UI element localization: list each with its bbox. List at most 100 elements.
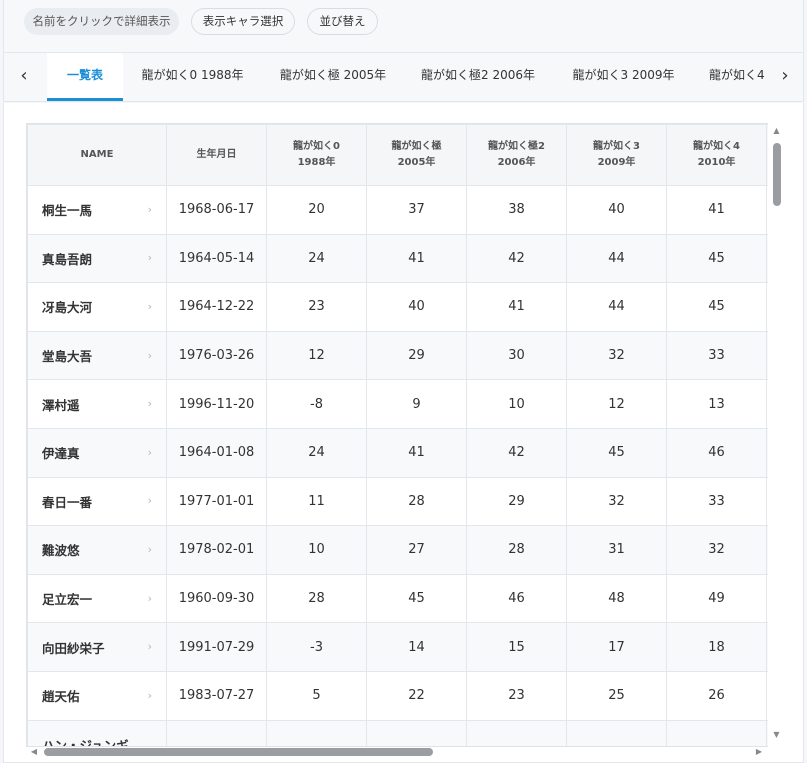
table-card: NAME 生年月日 龍が如く0 1988年 龍が如く極 2005年 龍が如く極2 20… bbox=[3, 103, 804, 763]
tab-yakuza-kiwami2[interactable]: 龍が如く極2 2006年 bbox=[404, 53, 552, 101]
app-root: 名前をクリックで詳細表示 表示キャラ選択 並び替え ‹ 一覧表 龍が如く0 19… bbox=[0, 0, 807, 763]
age-cell: 23 bbox=[266, 282, 367, 332]
age-cell: 9 bbox=[366, 379, 467, 429]
birthdate-cell: 1977-01-01 bbox=[166, 476, 267, 527]
vertical-scroll-thumb[interactable] bbox=[773, 143, 781, 206]
chevron-right-icon: › bbox=[147, 299, 152, 313]
tab-yakuza3[interactable]: 龍が如く3 2009年 bbox=[552, 53, 695, 101]
age-cell: 44 bbox=[566, 233, 667, 284]
age-cell: -8 bbox=[266, 379, 367, 429]
table-row: 向田紗栄子 › 1991-07-29 -3 14 15 17 18 bbox=[27, 622, 768, 672]
age-cell: 27 bbox=[366, 525, 467, 575]
chevron-right-icon: › bbox=[147, 445, 152, 459]
character-name: 難波悠 bbox=[42, 543, 80, 559]
tab-next-icon[interactable]: › bbox=[765, 53, 803, 101]
birthdate-cell: 1978-02-01 bbox=[166, 525, 267, 575]
overflow-cell bbox=[766, 719, 768, 746]
age-cell: 45 bbox=[666, 282, 767, 332]
tab-bar: ‹ 一覧表 龍が如く0 1988年 龍が如く極 2005年 龍が如く極2 200… bbox=[3, 53, 804, 102]
table-viewport[interactable]: NAME 生年月日 龍が如く0 1988年 龍が如く極 2005年 龍が如く極2 20… bbox=[26, 123, 768, 747]
age-cell: 29 bbox=[366, 330, 467, 381]
header-yakuza4: 龍が如く4 2010年 bbox=[666, 124, 767, 186]
character-name: 堂島大吾 bbox=[42, 349, 93, 365]
overflow-cell bbox=[766, 573, 768, 624]
character-name-cell[interactable]: 趙天佑 › bbox=[27, 670, 167, 721]
age-cell: 22 bbox=[366, 670, 467, 721]
header-yakuza-kiwami: 龍が如く極 2005年 bbox=[366, 124, 467, 186]
age-cell: 12 bbox=[566, 379, 667, 429]
chevron-right-icon: › bbox=[147, 202, 152, 216]
tab-overview[interactable]: 一覧表 bbox=[47, 53, 123, 101]
character-name: 澤村遥 bbox=[42, 397, 80, 413]
birthdate-cell: 1964-05-14 bbox=[166, 233, 267, 284]
header-year: 2010年 bbox=[697, 157, 736, 168]
age-cell: 31 bbox=[566, 525, 667, 575]
character-name-cell[interactable]: 堂島大吾 › bbox=[27, 330, 167, 381]
scroll-up-icon[interactable]: ▲ bbox=[770, 125, 783, 137]
character-name-cell[interactable]: 向田紗栄子 › bbox=[27, 622, 167, 672]
birthdate-cell: 1960-09-30 bbox=[166, 573, 267, 624]
select-characters-button[interactable]: 表示キャラ選択 bbox=[191, 8, 295, 35]
age-cell: 44 bbox=[566, 282, 667, 332]
scroll-down-icon[interactable]: ▼ bbox=[770, 729, 783, 741]
age-cell: 38 bbox=[466, 185, 567, 235]
chevron-right-icon: › bbox=[147, 591, 152, 605]
character-name-cell[interactable]: 澤村遥 › bbox=[27, 379, 167, 429]
age-cell: 48 bbox=[566, 573, 667, 624]
scroll-left-icon[interactable]: ◀ bbox=[28, 746, 40, 758]
character-name-cell[interactable]: 伊達真 › bbox=[27, 427, 167, 478]
character-name: 春日一番 bbox=[42, 494, 93, 510]
table-row: 趙天佑 › 1983-07-27 5 22 23 25 26 bbox=[27, 670, 768, 721]
character-name-cell[interactable]: 足立宏一 › bbox=[27, 573, 167, 624]
tab-yakuza4[interactable]: 龍が如く4 bbox=[695, 53, 765, 101]
header-extra bbox=[766, 124, 768, 186]
age-cell: 41 bbox=[366, 427, 467, 478]
table-row: ハン・ジュンギ bbox=[27, 719, 768, 746]
character-name-cell[interactable]: 難波悠 › bbox=[27, 525, 167, 575]
character-name: 趙天佑 bbox=[42, 689, 80, 705]
age-cell: 29 bbox=[466, 476, 567, 527]
character-name-cell[interactable]: 春日一番 › bbox=[27, 476, 167, 527]
age-cell: 15 bbox=[466, 622, 567, 672]
horizontal-scrollbar[interactable]: ◀ ▶ bbox=[26, 745, 768, 759]
header-year: 2005年 bbox=[397, 157, 436, 168]
character-name-cell[interactable]: 桐生一馬 › bbox=[27, 185, 167, 235]
birthdate-cell: 1964-12-22 bbox=[166, 282, 267, 332]
age-cell: 12 bbox=[266, 330, 367, 381]
table-row: 冴島大河 › 1964-12-22 23 40 41 44 45 bbox=[27, 282, 768, 332]
chevron-right-icon: › bbox=[147, 542, 152, 556]
vertical-scrollbar[interactable]: ▲ ▼ bbox=[770, 123, 783, 743]
tab-prev-icon[interactable]: ‹ bbox=[4, 53, 44, 101]
age-cell bbox=[466, 719, 567, 746]
age-cell: 23 bbox=[466, 670, 567, 721]
character-name-cell[interactable]: 冴島大河 › bbox=[27, 282, 167, 332]
age-cell: 17 bbox=[566, 622, 667, 672]
birthdate-cell: 1968-06-17 bbox=[166, 185, 267, 235]
age-table: NAME 生年月日 龍が如く0 1988年 龍が如く極 2005年 龍が如く極2 20… bbox=[27, 124, 768, 746]
chevron-right-icon: › bbox=[147, 640, 152, 654]
info-hint: 名前をクリックで詳細表示 bbox=[24, 8, 179, 35]
tab-yakuza-kiwami[interactable]: 龍が如く極 2005年 bbox=[262, 53, 404, 101]
age-cell: 42 bbox=[466, 427, 567, 478]
birthdate-cell bbox=[166, 719, 267, 746]
header-yakuza0: 龍が如く0 1988年 bbox=[266, 124, 367, 186]
tab-yakuza0[interactable]: 龍が如く0 1988年 bbox=[123, 53, 262, 101]
character-name: 真島吾朗 bbox=[42, 251, 93, 267]
birthdate-cell: 1991-07-29 bbox=[166, 622, 267, 672]
table-row: 桐生一馬 › 1968-06-17 20 37 38 40 41 bbox=[27, 185, 768, 235]
age-cell: 25 bbox=[566, 670, 667, 721]
header-yakuza3: 龍が如く3 2009年 bbox=[566, 124, 667, 186]
table-row: 足立宏一 › 1960-09-30 28 45 46 48 49 bbox=[27, 573, 768, 624]
scroll-right-icon[interactable]: ▶ bbox=[753, 746, 765, 758]
age-cell: 42 bbox=[466, 233, 567, 284]
character-name-cell[interactable]: ハン・ジュンギ bbox=[27, 719, 167, 746]
overflow-cell bbox=[766, 525, 768, 575]
overflow-cell bbox=[766, 185, 768, 235]
character-name: 桐生一馬 bbox=[42, 203, 93, 219]
sort-button[interactable]: 並び替え bbox=[307, 8, 378, 35]
birthdate-cell: 1964-01-08 bbox=[166, 427, 267, 478]
horizontal-scroll-thumb[interactable] bbox=[44, 748, 433, 756]
overflow-cell bbox=[766, 670, 768, 721]
age-cell: 14 bbox=[366, 622, 467, 672]
character-name-cell[interactable]: 真島吾朗 › bbox=[27, 233, 167, 284]
